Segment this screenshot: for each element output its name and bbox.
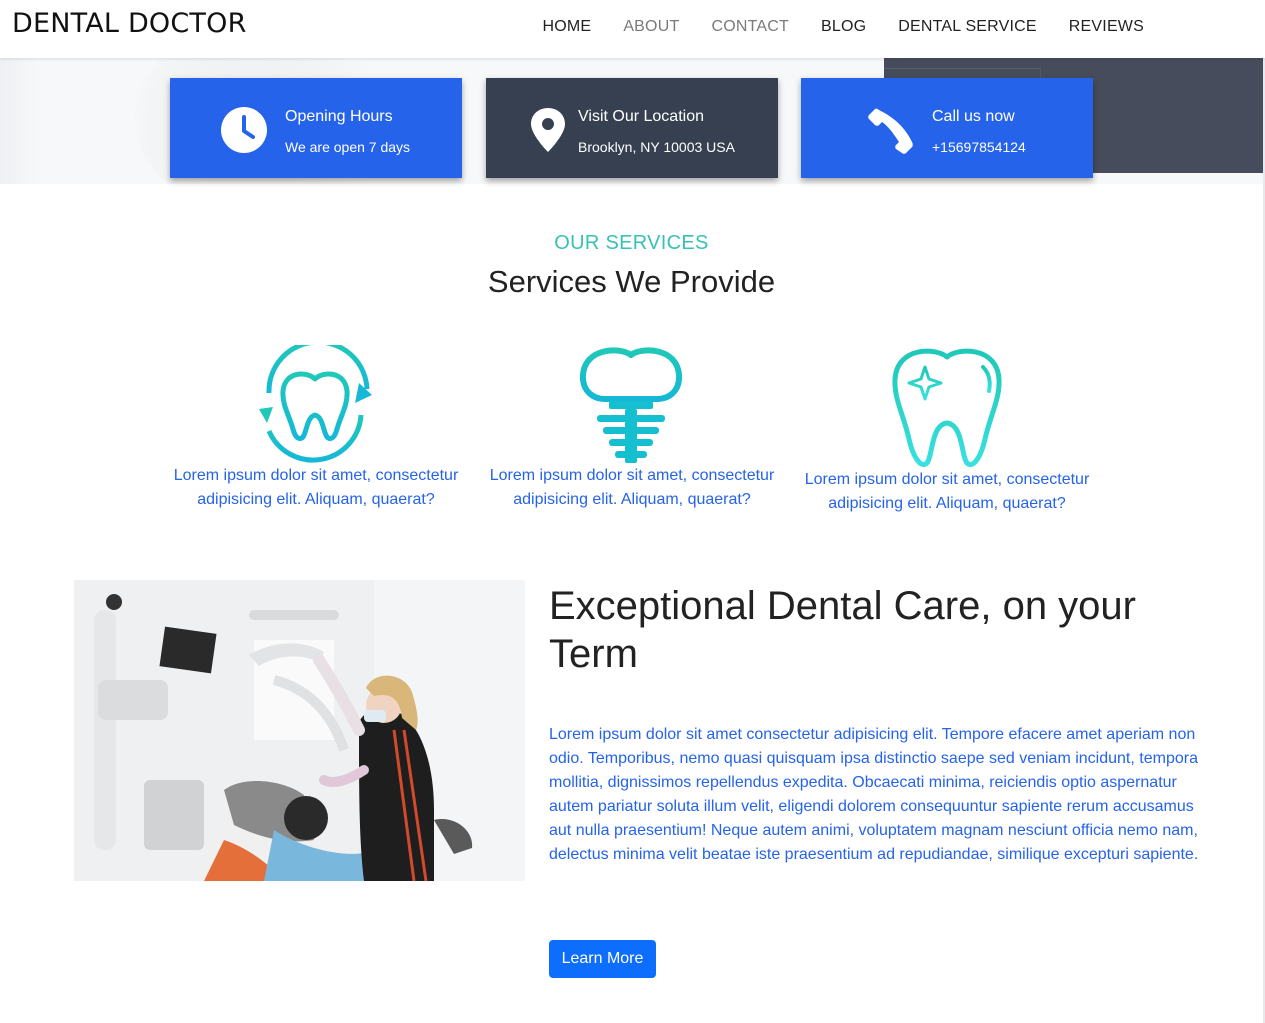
service-description: Lorem ipsum dolor sit amet, consectetur … [804, 471, 1090, 512]
opening-hours-card: Opening Hours We are open 7 days [170, 78, 462, 178]
dental-implant-icon [579, 347, 683, 463]
card-title: Visit Our Location [578, 108, 704, 125]
service-description: Lorem ipsum dolor sit amet, consectetur … [173, 467, 459, 508]
service-description: Lorem ipsum dolor sit amet, consectetur … [489, 467, 775, 508]
phone-icon [868, 108, 913, 154]
card-subtitle: +15697854124 [932, 139, 1026, 155]
about-title: Exceptional Dental Care, on your Term [549, 584, 1136, 676]
about-description: Lorem ipsum dolor sit amet consectetur a… [549, 726, 1199, 863]
tooth-care-cycle-icon [259, 345, 372, 463]
card-title: Call us now [932, 108, 1015, 125]
services-heading: Services We Provide [487, 264, 776, 299]
learn-more-button[interactable]: Learn More [549, 940, 656, 978]
card-subtitle: We are open 7 days [285, 139, 411, 155]
nav-reviews[interactable]: REVIEWS [1069, 18, 1144, 36]
dentist-with-patient-image [74, 580, 525, 881]
site-header: DENTAL DOCTOR HOME ABOUT CONTACT BLOG DE… [0, 0, 1265, 58]
nav-home[interactable]: HOME [543, 18, 592, 36]
location-pin-icon [531, 108, 565, 152]
nav-contact[interactable]: CONTACT [711, 18, 789, 36]
nav-about[interactable]: ABOUT [623, 18, 679, 36]
services-eyebrow: OUR SERVICES [554, 232, 709, 254]
main-nav: HOME ABOUT CONTACT BLOG DENTAL SERVICE R… [511, 18, 1145, 36]
location-card: Visit Our Location Brooklyn, NY 10003 US… [486, 78, 778, 178]
dentist-photo [74, 580, 525, 881]
nav-blog[interactable]: BLOG [821, 18, 866, 36]
call-card: Call us now +15697854124 [801, 78, 1093, 178]
sparkling-tooth-icon [892, 348, 1002, 467]
card-subtitle: Brooklyn, NY 10003 USA [578, 139, 735, 155]
clock-icon [221, 107, 267, 153]
nav-dental-service[interactable]: DENTAL SERVICE [898, 18, 1037, 36]
brand-logo[interactable]: DENTAL DOCTOR [12, 8, 247, 39]
card-title: Opening Hours [285, 108, 393, 125]
